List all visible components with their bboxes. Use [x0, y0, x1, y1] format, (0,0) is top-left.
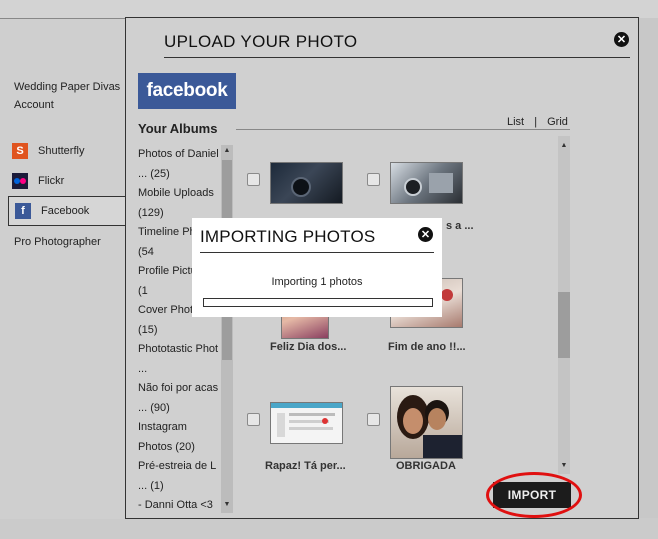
photo-thumbnail[interactable]	[270, 402, 343, 444]
photo-caption: OBRIGADA	[396, 460, 456, 472]
view-toggle: List | Grid	[507, 116, 568, 128]
sidebar-item-label: Flickr	[38, 175, 65, 187]
photo-checkbox[interactable]	[247, 413, 260, 426]
view-separator: |	[534, 116, 538, 128]
toolbar-divider	[236, 129, 570, 130]
scroll-down-icon[interactable]: ▼	[221, 501, 233, 508]
dialog-title: IMPORTING PHOTOS	[200, 227, 376, 246]
album-item[interactable]: Não foi por acas ... (90)	[138, 379, 220, 418]
sidebar-account-link[interactable]: Wedding Paper Divas Account	[14, 78, 124, 114]
facebook-icon: f	[15, 203, 31, 219]
photo-checkbox[interactable]	[367, 173, 380, 186]
album-item[interactable]: Pré-estreia de L ... (1)	[138, 457, 220, 496]
album-item[interactable]: Phototastic Phot ...	[138, 340, 220, 379]
photo-thumbnail[interactable]	[270, 162, 343, 204]
albums-heading: Your Albums	[138, 121, 218, 136]
close-icon[interactable]: ✕	[418, 227, 433, 242]
page-background-bottom	[0, 518, 658, 539]
facebook-logo: facebook	[138, 73, 236, 109]
sidebar-item-flickr[interactable]: Flickr	[12, 167, 126, 195]
photo-thumbnail[interactable]	[390, 162, 463, 204]
import-progress-bar	[203, 298, 433, 307]
photo-caption: s a ...	[446, 220, 474, 232]
scroll-down-icon[interactable]: ▼	[558, 462, 570, 469]
scroll-up-icon[interactable]: ▲	[558, 142, 570, 149]
album-item[interactable]: Instagram Photos (20)	[138, 418, 220, 457]
scroll-up-icon[interactable]: ▲	[221, 147, 233, 154]
sidebar-item-label: Shutterfly	[38, 145, 85, 157]
list-view-link[interactable]: List	[507, 116, 524, 128]
sidebar-item-pro-photographer[interactable]: Pro Photographer	[14, 236, 101, 248]
album-list: Photos of Daniel ... (25) Mobile Uploads…	[138, 145, 220, 514]
close-icon[interactable]: ✕	[614, 32, 629, 47]
photo-grid-scroll-thumb[interactable]	[558, 292, 570, 358]
album-item[interactable]: Photos of Daniel ... (25)	[138, 145, 220, 184]
sidebar-item-facebook[interactable]: f Facebook	[8, 196, 128, 226]
photo-thumbnail[interactable]	[390, 386, 463, 459]
page-background-right	[638, 18, 658, 518]
sidebar-item-shutterfly[interactable]: S Shutterfly	[12, 137, 126, 165]
grid-view-link[interactable]: Grid	[547, 116, 568, 128]
import-status-text: Importing 1 photos	[271, 276, 363, 288]
photo-checkbox[interactable]	[367, 413, 380, 426]
dialog-divider	[200, 252, 434, 253]
modal-title: UPLOAD YOUR PHOTO	[164, 32, 358, 51]
photo-caption: Feliz Dia dos...	[270, 341, 347, 353]
photo-caption: Fim de ano !!...	[388, 341, 466, 353]
album-item[interactable]: - Danni Otta <3	[138, 496, 220, 514]
shutterfly-icon: S	[12, 143, 28, 159]
title-divider	[164, 57, 630, 58]
sidebar-item-label: Facebook	[41, 205, 90, 217]
flickr-icon	[12, 173, 28, 189]
highlight-ring	[486, 472, 582, 518]
photo-checkbox[interactable]	[247, 173, 260, 186]
page-background-top	[0, 0, 658, 18]
photo-caption: Rapaz! Tá per...	[265, 460, 346, 472]
